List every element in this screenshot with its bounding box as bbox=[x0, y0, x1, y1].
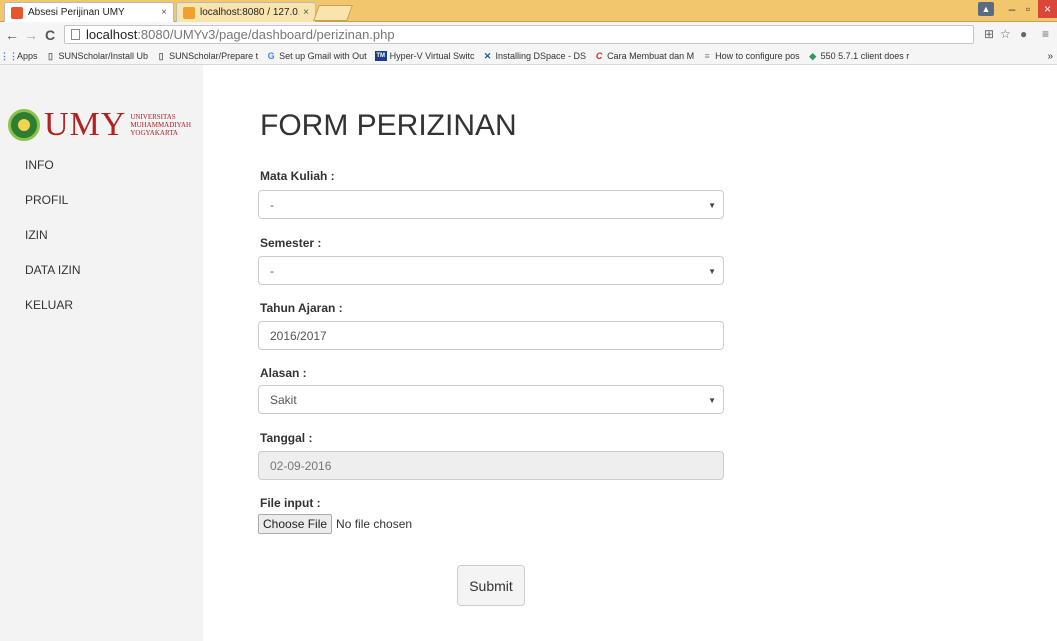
bookmarks-bar: ⋮⋮ Apps ▯ SUNScholar/Install Ub ▯ SUNSchola… bbox=[0, 47, 1057, 65]
page-icon: ▯ bbox=[158, 50, 164, 61]
close-tab-icon[interactable]: × bbox=[303, 7, 309, 18]
bookmark-gmail[interactable]: G Set up Gmail with Out bbox=[266, 51, 367, 61]
url-host: localhost bbox=[86, 27, 138, 42]
tm-icon: TM bbox=[374, 51, 387, 61]
logo-subtitle: UNIVERSITAS MUHAMMADIYAH YOGYAKARTA bbox=[126, 113, 191, 137]
bookmark-label: Installing DSpace - DS bbox=[495, 51, 587, 61]
bookmark-label: How to configure pos bbox=[715, 51, 800, 61]
close-tab-icon[interactable]: × bbox=[161, 7, 167, 18]
opera-icon: C bbox=[595, 51, 603, 61]
logo-wordmark: UMY bbox=[44, 106, 127, 143]
file-input: Choose File No file chosen bbox=[258, 514, 412, 534]
close-window-button[interactable]: × bbox=[1038, 0, 1057, 18]
sidebar-item-info[interactable]: INFO bbox=[0, 157, 203, 192]
tab-title: Absesi Perijinan UMY bbox=[28, 7, 125, 18]
alasan-label: Alasan : bbox=[260, 366, 307, 380]
semester-value: - bbox=[270, 263, 274, 278]
page-icon bbox=[71, 29, 80, 40]
semester-select[interactable]: - ▼ bbox=[258, 256, 724, 285]
choose-file-button[interactable]: Choose File bbox=[258, 514, 333, 534]
back-button[interactable]: ← bbox=[4, 27, 20, 43]
tanggal-value: 02-09-2016 bbox=[270, 458, 332, 473]
menu-icon[interactable]: ≡ bbox=[1042, 27, 1049, 41]
page-icon: ▯ bbox=[48, 50, 53, 61]
alasan-value: Sakit bbox=[270, 392, 297, 407]
mata-kuliah-label: Mata Kuliah : bbox=[260, 169, 335, 183]
umy-emblem-icon bbox=[8, 109, 40, 141]
bookmark-label: 550 5.7.1 client does r bbox=[820, 51, 910, 61]
tahun-ajaran-label: Tahun Ajaran : bbox=[260, 301, 343, 315]
bookmark-label: Hyper-V Virtual Switc bbox=[389, 51, 475, 61]
extension-icon[interactable]: ● bbox=[1020, 27, 1027, 41]
logo-sub-line: MUHAMMADIYAH bbox=[130, 121, 192, 129]
bookmark-how-to-configure[interactable]: ≡ How to configure pos bbox=[702, 51, 800, 61]
address-bar[interactable]: localhost:8080/UMYv3/page/dashboard/peri… bbox=[64, 25, 974, 44]
bookmark-label: SUNScholar/Install Ub bbox=[58, 51, 149, 61]
tanggal-input: 02-09-2016 bbox=[258, 451, 724, 480]
sidebar-item-keluar[interactable]: KELUAR bbox=[0, 297, 203, 332]
bookmark-label: Cara Membuat dan M bbox=[607, 51, 695, 61]
bookmark-hyperv[interactable]: TM Hyper-V Virtual Switc bbox=[374, 51, 475, 61]
browser-toolbar: ← → C localhost:8080/UMYv3/page/dashboar… bbox=[0, 22, 1057, 65]
semester-label: Semester : bbox=[260, 236, 322, 250]
bookmarks-overflow-icon[interactable]: » bbox=[1047, 51, 1053, 62]
chevron-down-icon: ▼ bbox=[708, 267, 716, 276]
tab-title: localhost:8080 / 127.0.0.1 bbox=[200, 7, 299, 18]
bookmark-sunscholar-prepare[interactable]: ▯ SUNScholar/Prepare t bbox=[156, 50, 259, 62]
file-status: No file chosen bbox=[336, 517, 413, 531]
page-title: FORM PERIZINAN bbox=[260, 109, 517, 142]
sidebar-menu: INFO PROFIL IZIN DATA IZIN KELUAR bbox=[0, 157, 203, 332]
tahun-ajaran-input[interactable]: 2016/2017 bbox=[258, 321, 724, 350]
umy-logo: UMY UNIVERSITAS MUHAMMADIYAH YOGYAKARTA bbox=[8, 106, 191, 143]
bookmark-apps[interactable]: ⋮⋮ Apps bbox=[0, 50, 38, 62]
bookmark-cara-membuat[interactable]: C Cara Membuat dan M bbox=[594, 51, 694, 61]
file-input-label: File input : bbox=[260, 496, 321, 510]
bookmark-label: Set up Gmail with Out bbox=[279, 51, 367, 61]
mata-kuliah-value: - bbox=[270, 197, 274, 212]
sidebar-item-profil[interactable]: PROFIL bbox=[0, 192, 203, 227]
tab-phpmyadmin[interactable]: localhost:8080 / 127.0.0.1 × bbox=[176, 2, 316, 22]
logo-sub-line: YOGYAKARTA bbox=[130, 129, 178, 137]
apps-icon: ⋮⋮ bbox=[0, 50, 18, 61]
maximize-button[interactable]: ▫ bbox=[1019, 0, 1037, 18]
phpmyadmin-favicon-icon bbox=[183, 6, 195, 19]
new-tab-button[interactable] bbox=[313, 5, 353, 21]
url-path: :8080/UMYv3/page/dashboard/perizinan.php bbox=[137, 27, 395, 42]
doc-icon: ≡ bbox=[704, 51, 710, 61]
dspace-icon: ✕ bbox=[483, 50, 492, 61]
tahun-ajaran-value: 2016/2017 bbox=[270, 328, 327, 343]
sidebar-item-izin[interactable]: IZIN bbox=[0, 227, 203, 262]
chevron-down-icon: ▼ bbox=[708, 201, 716, 210]
tab-absesi-perijinan[interactable]: Absesi Perijinan UMY × bbox=[4, 2, 174, 22]
tanggal-label: Tanggal : bbox=[260, 431, 313, 445]
reload-button[interactable]: C bbox=[42, 27, 58, 43]
star-icon[interactable]: ☆ bbox=[1000, 27, 1011, 41]
chevron-down-icon: ▼ bbox=[708, 396, 716, 405]
sidebar-item-data-izin[interactable]: DATA IZIN bbox=[0, 262, 203, 297]
cube-icon: ◆ bbox=[809, 50, 817, 61]
bookmark-label: Apps bbox=[17, 51, 38, 61]
bookmark-sunscholar-install[interactable]: ▯ SUNScholar/Install Ub bbox=[46, 50, 149, 62]
sidebar: UMY UNIVERSITAS MUHAMMADIYAH YOGYAKARTA … bbox=[0, 65, 203, 641]
translate-icon[interactable]: ⊞ bbox=[984, 27, 994, 41]
umy-favicon-icon bbox=[11, 6, 23, 19]
logo-sub-line: UNIVERSITAS bbox=[130, 113, 176, 121]
bookmark-dspace[interactable]: ✕ Installing DSpace - DS bbox=[483, 50, 587, 62]
alasan-select[interactable]: Sakit ▼ bbox=[258, 385, 724, 414]
google-icon: G bbox=[267, 51, 275, 61]
user-profile-icon[interactable]: ▲ bbox=[978, 2, 994, 16]
bookmark-550-client[interactable]: ◆ 550 5.7.1 client does r bbox=[808, 50, 910, 62]
bookmark-label: SUNScholar/Prepare t bbox=[169, 51, 259, 61]
browser-tab-strip: Absesi Perijinan UMY × localhost:8080 / … bbox=[0, 0, 1057, 22]
mata-kuliah-select[interactable]: - ▼ bbox=[258, 190, 724, 219]
submit-button[interactable]: Submit bbox=[457, 565, 525, 606]
forward-button[interactable]: → bbox=[23, 27, 39, 43]
